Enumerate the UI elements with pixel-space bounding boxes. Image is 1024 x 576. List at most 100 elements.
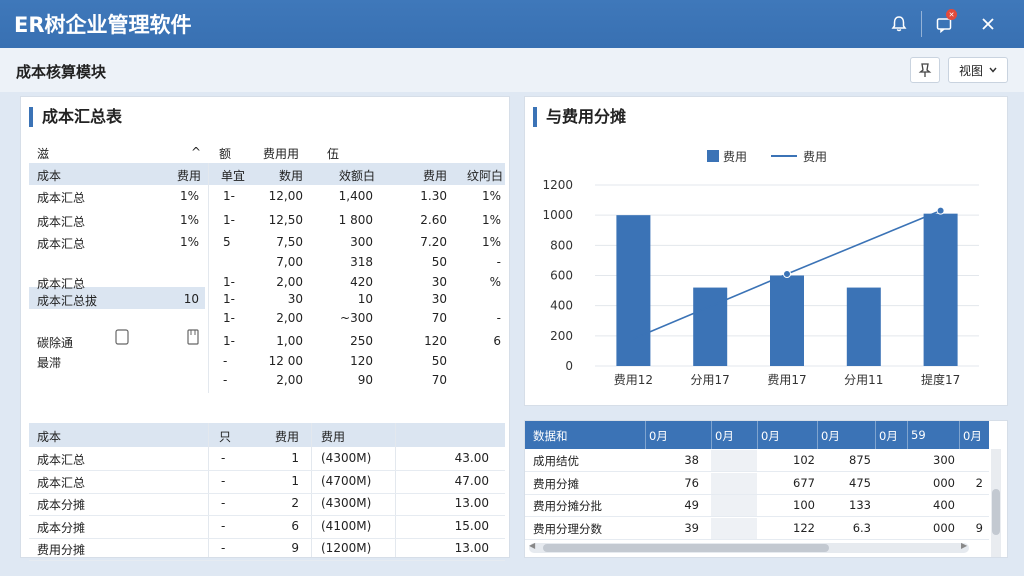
legend-label: 费用 (723, 150, 747, 164)
divider (208, 163, 209, 393)
table-cell: 1,400 (338, 189, 373, 203)
table-cell: 12,50 (268, 213, 303, 227)
table-cell: 10 (357, 292, 373, 306)
row-label: 费用分理分数 (533, 521, 602, 536)
detail-col-header: 0月 (963, 429, 982, 443)
table-cell: 1% (179, 213, 199, 227)
table-cell: 1- (223, 292, 235, 306)
table-cell: - (496, 311, 501, 325)
x-tick-label: 提度17 (921, 372, 960, 387)
bar (923, 213, 958, 366)
chevron-down-icon (989, 67, 997, 73)
row-divider (29, 470, 505, 471)
table-cell: 1,00 (276, 334, 303, 348)
table-cell: - (221, 541, 226, 556)
col-header: 费用 (422, 169, 447, 183)
table-cell: 6.3 (852, 520, 871, 535)
scroll-right-icon[interactable]: ▶ (961, 541, 967, 550)
table-cell: 49 (684, 498, 699, 512)
scrollbar-thumb[interactable] (992, 489, 1000, 535)
document-icon[interactable] (187, 329, 199, 348)
header-divider (645, 421, 646, 449)
table-cell: 7,00 (276, 255, 303, 269)
table-cell: 9 (975, 520, 983, 535)
close-button[interactable] (966, 0, 1010, 48)
table-cell: 5 (223, 235, 231, 249)
table-cell: 677 (793, 475, 815, 490)
module-title: 成本核算模块 (16, 63, 107, 81)
scroll-left-icon[interactable]: ◀ (529, 541, 535, 550)
table-cell: 30 (431, 292, 447, 306)
checkbox-icon[interactable] (115, 329, 129, 348)
shaded-cell (711, 450, 757, 471)
table-cell: 1- (223, 189, 235, 203)
row-label: 成本汇总 (37, 475, 86, 490)
table-cell: 1- (223, 275, 235, 289)
table-cell: 6 (291, 518, 299, 533)
table-cell: 90 (357, 373, 373, 387)
table-cell: (4700M) (321, 473, 372, 488)
y-tick-label: 800 (550, 238, 573, 252)
col-header: 费用 (176, 169, 201, 183)
pin-button[interactable] (910, 57, 940, 83)
y-tick-label: 400 (550, 299, 573, 313)
table-cell: - (221, 451, 226, 465)
y-tick-label: 0 (565, 359, 573, 373)
table-cell: 6 (493, 334, 501, 348)
row-label: 成用结优 (533, 454, 579, 468)
row-divider (525, 538, 989, 540)
table-cell: 76 (684, 475, 699, 490)
table-cell: 70 (431, 311, 447, 325)
table-cell: 1- (223, 213, 235, 227)
table-cell: 133 (849, 498, 871, 512)
bell-icon (891, 16, 907, 32)
table-cell: 43.00 (454, 451, 489, 465)
row-divider (525, 471, 989, 472)
row-label: 费用分摊 (533, 476, 579, 491)
vertical-scrollbar[interactable] (991, 449, 1001, 557)
table-cell: - (223, 373, 228, 387)
header-divider (875, 421, 876, 449)
table-cell: 50 (431, 255, 447, 269)
table-cell: 15.00 (454, 518, 489, 533)
cost-chart: 0 200 400 600 800 1000 1200 费用12 分用17 费用17 分用11 提度1… (542, 150, 979, 387)
table-cell: 1- (223, 311, 235, 325)
table-cell: 120 (424, 334, 447, 348)
view-label: 视图 (958, 63, 983, 78)
pin-icon (918, 63, 932, 77)
row-divider (525, 516, 989, 517)
row-divider (29, 537, 505, 539)
table-cell: 10 (183, 292, 199, 306)
notification-button[interactable]: ✕ (922, 0, 966, 48)
sort-caret-icon[interactable]: ^ (191, 145, 201, 159)
title-bar: ER树企业管理软件 ✕ (0, 0, 1024, 48)
table-cell: - (221, 518, 226, 533)
view-dropdown[interactable]: 视图 (948, 57, 1008, 83)
detail-col-header: 0月 (649, 429, 668, 443)
col-header: 数用 (278, 169, 303, 183)
table-cell: 7,50 (276, 235, 303, 249)
row-label: 成本分摊 (37, 498, 86, 513)
x-tick-label: 分用11 (844, 373, 883, 387)
row-divider (525, 493, 989, 495)
top-header: 伍 (327, 147, 340, 161)
detail-col-header: 0月 (715, 429, 734, 443)
row-label: 成本汇总 (37, 215, 86, 229)
header-divider (907, 421, 908, 449)
row-label: 最滞 (37, 356, 62, 370)
row-label: 成本汇总 (37, 237, 86, 251)
bell-button[interactable] (877, 0, 921, 48)
lower-col-header: 费用 (321, 430, 346, 444)
scrollbar-thumb[interactable] (543, 544, 829, 552)
header-divider (959, 421, 960, 449)
row-divider (29, 560, 505, 562)
chart-panel: 与费用分摊 0 200 400 600 800 1000 1200 费用12 分用17 费用17 分… (524, 96, 1008, 406)
table-cell: (4100M) (321, 518, 372, 533)
row-label: 成本汇总 (37, 191, 86, 205)
table-cell: 1% (481, 213, 501, 227)
detail-col-header: 0月 (879, 429, 898, 443)
horizontal-scrollbar[interactable] (529, 543, 969, 553)
line-point (936, 206, 945, 215)
x-tick-label: 费用12 (614, 373, 653, 387)
table-cell: 000 (933, 520, 955, 535)
